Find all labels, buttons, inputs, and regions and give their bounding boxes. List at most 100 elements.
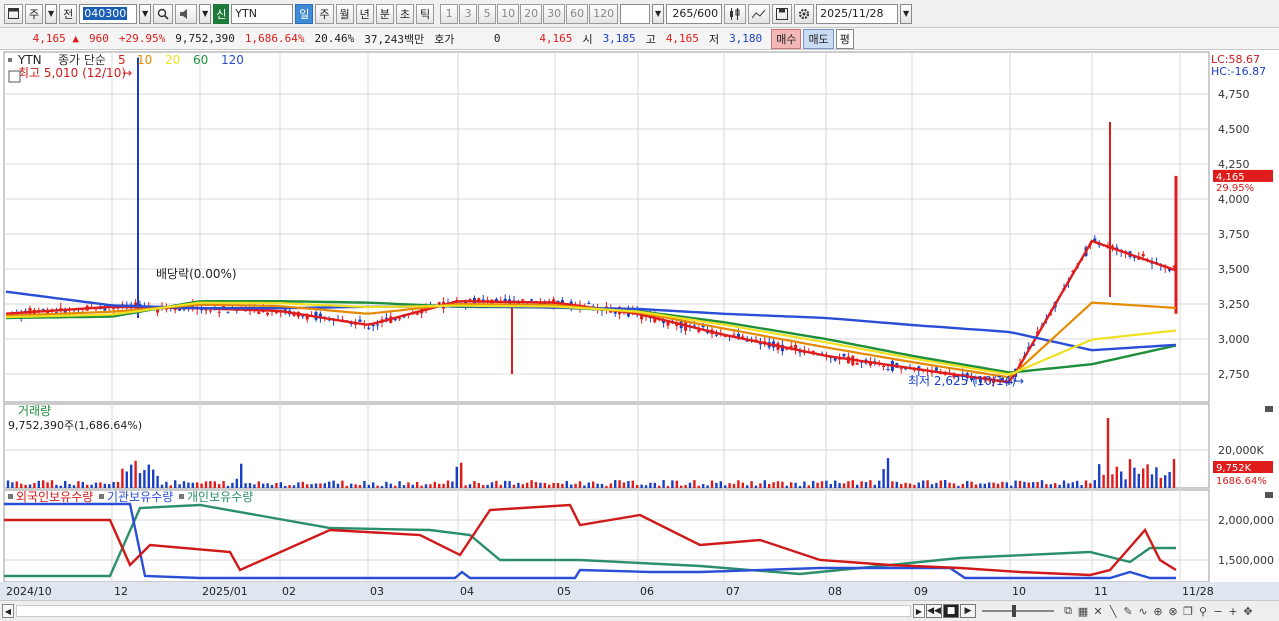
volume-bar (970, 481, 973, 488)
period-button-0[interactable]: 일 (295, 3, 314, 24)
candle-body (789, 345, 793, 348)
scroll-right-icon[interactable]: ▶ (913, 604, 925, 618)
interval-button-20[interactable]: 20 (520, 3, 543, 24)
wave-icon[interactable]: ∿ (1136, 604, 1150, 618)
volume-bar (539, 482, 542, 488)
target-icon[interactable]: ⊕ (1151, 604, 1165, 618)
chart-background (0, 50, 1279, 600)
interval-button-120[interactable]: 120 (589, 3, 619, 24)
legend-square-icon (8, 494, 13, 499)
interval-button-3[interactable]: 3 (459, 3, 478, 24)
buy-button[interactable]: 매수 (771, 28, 802, 49)
market-dropdown-icon[interactable]: ▼ (45, 3, 58, 24)
bar-count-field[interactable]: 265/600 (666, 3, 723, 24)
ma-legend-item: 종가 단순 (58, 53, 106, 67)
indicator-button[interactable] (748, 3, 771, 24)
scroll-track[interactable] (16, 605, 911, 617)
interval-button-1[interactable]: 1 (440, 3, 459, 24)
interval-button-60[interactable]: 60 (566, 3, 589, 24)
rewind-icon[interactable]: ◀◀ (926, 604, 942, 618)
sound-dropdown-icon[interactable]: ▼ (199, 3, 212, 24)
volume-bar (715, 482, 718, 488)
zoom-out-icon[interactable]: − (1211, 604, 1225, 618)
play-icon[interactable]: ▶ (960, 604, 976, 618)
magnifier-icon (158, 8, 169, 20)
hoga-price: 4,165 (539, 32, 573, 45)
trendline-icon[interactable]: ╲ (1106, 604, 1120, 618)
volume-bar (121, 468, 124, 488)
volume-bar (900, 484, 903, 488)
date-field[interactable]: 2025/11/28 (816, 3, 899, 24)
high-value: 4,165 (665, 32, 699, 45)
volume-bar (724, 485, 727, 488)
interval-button-30[interactable]: 30 (543, 3, 566, 24)
expand-icon[interactable]: ✥ (1241, 604, 1255, 618)
zoom-slider-handle[interactable] (1012, 605, 1016, 617)
code-dropdown-icon[interactable]: ▼ (139, 3, 152, 24)
period-button-1[interactable]: 주 (315, 3, 334, 24)
volume-bar (1128, 459, 1132, 488)
zoom-in-icon[interactable]: + (1226, 604, 1240, 618)
disk-icon (776, 7, 789, 20)
period-button-5[interactable]: 초 (395, 3, 414, 24)
volume-bar (592, 481, 595, 488)
volume-bar (11, 482, 14, 488)
custom-interval-input[interactable] (620, 3, 651, 24)
volume-bar (433, 481, 436, 488)
copy-icon[interactable]: ❐ (1181, 604, 1195, 618)
stop-icon[interactable]: ■ (943, 604, 959, 618)
zoom-slider[interactable] (982, 605, 1054, 617)
candle-type-button[interactable] (724, 3, 747, 24)
volume-bar (112, 481, 115, 488)
stock-name-field[interactable]: YTN (231, 3, 294, 24)
market-select[interactable]: 주 (25, 3, 44, 24)
settings-button[interactable] (794, 3, 815, 24)
volume-bar (270, 485, 274, 488)
volume-bar (306, 484, 309, 488)
interval-button-10[interactable]: 10 (497, 3, 520, 24)
stock-code-input[interactable]: 040300 (79, 3, 138, 24)
volume-bar (908, 483, 912, 488)
interval-button-5[interactable]: 5 (478, 3, 497, 24)
scroll-left-icon[interactable]: ◀ (2, 604, 14, 618)
period-button-6[interactable]: 틱 (416, 3, 435, 24)
prev-button[interactable]: 전 (59, 3, 78, 24)
grid-icon[interactable]: ▦ (1076, 604, 1090, 618)
delete-icon[interactable]: ⊗ (1166, 604, 1180, 618)
flat-button[interactable]: 평 (835, 28, 854, 49)
period-button-3[interactable]: 년 (355, 3, 374, 24)
sound-button[interactable] (175, 3, 198, 24)
volume-bar (838, 483, 841, 488)
date-dropdown-icon[interactable]: ▼ (900, 3, 913, 24)
volume-bar (807, 485, 810, 488)
volume-bar (310, 484, 313, 488)
pct-tag: 29.95% (1216, 183, 1254, 194)
volume-bar (116, 481, 120, 488)
volume-bar (398, 481, 401, 488)
candle-body (530, 299, 534, 301)
interval-dropdown-icon[interactable]: ▼ (652, 3, 665, 24)
layout-icon[interactable]: ⧉ (1061, 604, 1075, 618)
save-button[interactable] (772, 3, 793, 24)
search-button[interactable] (153, 3, 174, 24)
calendar-icon[interactable] (8, 70, 21, 83)
window-icon[interactable] (4, 3, 23, 24)
panel-menu-icon[interactable] (8, 58, 12, 62)
draw-icon[interactable]: ✎ (1121, 604, 1135, 618)
volume-panel-close-icon[interactable] (1265, 406, 1273, 412)
volume-bar (666, 485, 670, 488)
period-button-4[interactable]: 분 (375, 3, 394, 24)
holding-panel-close-icon[interactable] (1265, 492, 1273, 498)
period-button-2[interactable]: 월 (335, 3, 354, 24)
volume-bar (1168, 471, 1171, 488)
volume-bar (662, 480, 665, 488)
stock-chart[interactable]: 4,750 4,500 4,250 4,000 3,750 3,500 3,250 3,000… (0, 50, 1279, 600)
volume-bar (636, 484, 639, 488)
volume-bar (614, 480, 617, 488)
zoom-search-icon[interactable]: ⚲ (1196, 604, 1210, 618)
volume-bar (169, 485, 172, 488)
candle-body (842, 353, 846, 357)
price-change: 960 (89, 32, 109, 45)
cross-icon[interactable]: ✕ (1091, 604, 1105, 618)
sell-button[interactable]: 매도 (803, 28, 834, 49)
